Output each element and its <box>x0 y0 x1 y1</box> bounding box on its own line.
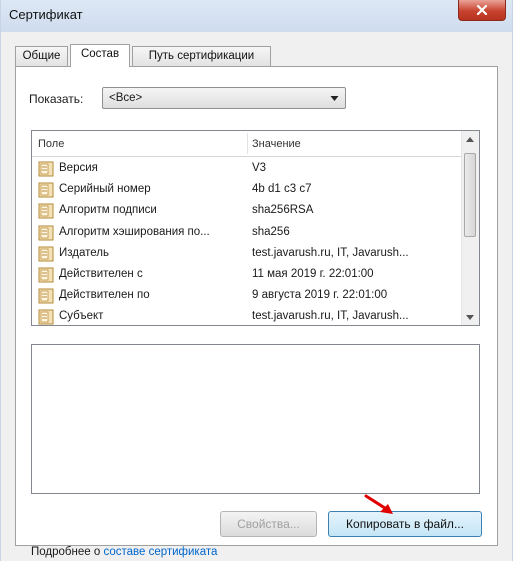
scrollbar-thumb[interactable] <box>464 153 476 237</box>
title-bar: Сертификат <box>1 0 512 32</box>
list-item[interactable]: Алгоритм хэширования по... sha256 <box>32 223 463 244</box>
field-name: Версия <box>59 162 98 174</box>
field-value: 11 мая 2019 г. 22:01:00 <box>252 267 374 280</box>
field-value: test.javarush.ru, IT, Javarush... <box>252 310 409 323</box>
scroll-up-arrow-icon[interactable] <box>466 137 474 142</box>
field-icon <box>38 161 54 177</box>
certificate-fields-list[interactable]: Поле Значение Версия V3 Серийный номер 4… <box>31 130 480 326</box>
column-divider[interactable] <box>247 133 248 154</box>
field-value: sha256 <box>252 225 290 238</box>
show-filter-dropdown[interactable]: <Все> <box>102 87 346 109</box>
list-item[interactable]: Алгоритм подписи sha256RSA <box>32 201 463 222</box>
field-icon <box>38 182 54 198</box>
list-item[interactable]: Субъект test.javarush.ru, IT, Javarush..… <box>32 307 463 325</box>
field-icon <box>38 246 54 262</box>
properties-button[interactable]: Свойства... <box>220 511 317 537</box>
close-button[interactable] <box>458 0 506 21</box>
field-name: Алгоритм подписи <box>59 204 157 217</box>
learn-more-text: Подробнее о составе сертификата <box>31 546 217 558</box>
field-value: V3 <box>252 162 267 174</box>
field-icon <box>38 203 54 219</box>
list-rows: Версия V3 Серийный номер 4b d1 c3 c7 Алг… <box>32 159 463 325</box>
field-value: test.javarush.ru, IT, Javarush... <box>252 246 409 259</box>
column-header-field[interactable]: Поле <box>38 138 64 150</box>
field-value: 4b d1 c3 c7 <box>252 183 312 196</box>
field-value: 9 августа 2019 г. 22:01:00 <box>252 289 388 302</box>
list-item[interactable]: Версия V3 <box>32 159 463 180</box>
field-icon <box>38 288 54 304</box>
field-name: Действителен с <box>59 267 143 280</box>
field-name: Субъект <box>59 310 104 323</box>
field-icon <box>38 309 54 325</box>
field-name: Издатель <box>59 246 109 259</box>
field-name: Алгоритм хэширования по... <box>59 225 210 238</box>
list-item[interactable]: Издатель test.javarush.ru, IT, Javarush.… <box>32 244 463 265</box>
window-title: Сертификат <box>9 7 83 22</box>
chevron-down-icon <box>330 96 339 101</box>
list-header: Поле Значение <box>32 131 463 157</box>
vertical-scrollbar[interactable] <box>461 131 479 325</box>
list-item[interactable]: Действителен с 11 мая 2019 г. 22:01:00 <box>32 265 463 286</box>
copy-to-file-button[interactable]: Копировать в файл... <box>328 511 482 537</box>
column-header-value[interactable]: Значение <box>252 138 301 150</box>
certificate-dialog: Сертификат Общие Состав Путь сертификаци… <box>0 0 513 561</box>
show-filter-value: <Все> <box>109 92 143 104</box>
annotation-arrow-icon <box>364 494 393 514</box>
close-icon <box>476 5 488 15</box>
list-item[interactable]: Серийный номер 4b d1 c3 c7 <box>32 180 463 201</box>
field-name: Действителен по <box>59 289 150 302</box>
tab-details[interactable]: Состав <box>70 44 130 67</box>
field-icon <box>38 267 54 283</box>
show-label: Показать: <box>29 92 84 106</box>
field-detail-textbox[interactable] <box>31 344 480 494</box>
tab-certification-path[interactable]: Путь сертификации <box>132 46 271 66</box>
learn-more-prefix: Подробнее о <box>31 546 104 558</box>
tab-general[interactable]: Общие <box>15 46 68 66</box>
certificate-details-link[interactable]: составе сертификата <box>103 546 217 558</box>
field-icon <box>38 225 54 241</box>
list-item[interactable]: Действителен по 9 августа 2019 г. 22:01:… <box>32 286 463 307</box>
field-name: Серийный номер <box>59 183 151 196</box>
field-value: sha256RSA <box>252 204 314 217</box>
scroll-down-arrow-icon[interactable] <box>466 315 474 320</box>
